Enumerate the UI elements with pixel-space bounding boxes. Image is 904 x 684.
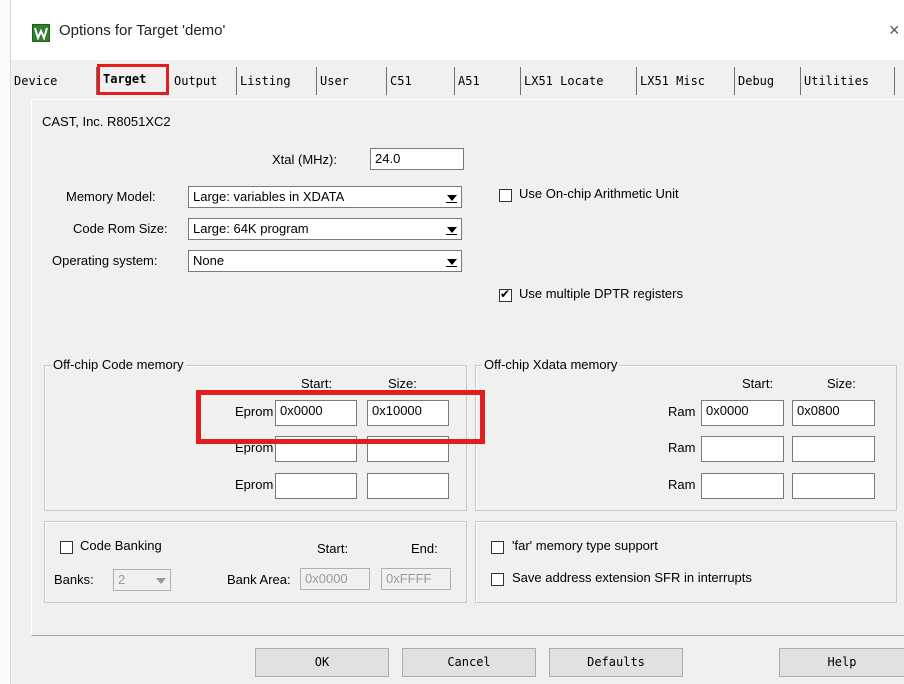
memory-model-select[interactable]: Large: variables in XDATA (188, 186, 462, 208)
eprom-start-input[interactable] (275, 473, 357, 499)
device-name: CAST, Inc. R8051XC2 (42, 114, 171, 129)
tab-lx51-misc[interactable]: LX51 Misc (637, 67, 735, 95)
code-rom-label: Code Rom Size: (73, 221, 168, 236)
target-panel: CAST, Inc. R8051XC2 Xtal (MHz): 24.0 Mem… (31, 99, 904, 636)
bank-end-header: End: (411, 541, 438, 556)
far-memory-checkbox[interactable] (491, 541, 504, 554)
chevron-down-icon[interactable] (443, 252, 460, 270)
code-size-header: Size: (388, 376, 417, 391)
save-sfr-checkbox[interactable] (491, 573, 504, 586)
tab-debug[interactable]: Debug (735, 67, 801, 95)
ram-size-input[interactable] (792, 473, 875, 499)
ram-start-input[interactable] (701, 436, 784, 462)
ram-size-input[interactable]: 0x0800 (792, 400, 875, 426)
tab-utilities[interactable]: Utilities (801, 67, 895, 95)
far-memory-label: 'far' memory type support (512, 538, 658, 553)
code-banking-checkbox[interactable] (60, 541, 73, 554)
eprom-label: Eprom (235, 477, 274, 492)
memory-model-value: Large: variables in XDATA (193, 189, 345, 204)
bank-start-header: Start: (317, 541, 349, 556)
title-bar: Options for Target 'demo' × (11, 0, 904, 60)
tab-listing[interactable]: Listing (237, 67, 317, 95)
code-memory-title: Off-chip Code memory (51, 357, 186, 372)
ram-start-input[interactable]: 0x0000 (701, 400, 784, 426)
arith-unit-label: Use On-chip Arithmetic Unit (519, 186, 679, 201)
os-label: Operating system: (52, 253, 158, 268)
xtal-label: Xtal (MHz): (272, 152, 337, 167)
keil-app-icon (32, 24, 50, 42)
tab-a51[interactable]: A51 (455, 67, 521, 95)
code-banking-label: Code Banking (80, 538, 162, 553)
eprom-size-input[interactable] (367, 473, 449, 499)
save-sfr-label: Save address extension SFR in interrupts (512, 570, 752, 585)
chevron-down-icon[interactable] (443, 188, 460, 206)
ram-label: Ram (668, 404, 696, 419)
xdata-memory-title: Off-chip Xdata memory (482, 357, 620, 372)
options-dialog: Options for Target 'demo' × Device Targe… (10, 0, 904, 684)
ram-label: Ram (668, 477, 696, 492)
xdata-memory-group: Off-chip Xdata memory Start: Size: Ram 0… (475, 357, 897, 511)
banks-value: 2 (118, 572, 126, 587)
code-rom-value: Large: 64K program (193, 221, 309, 236)
dptr-label: Use multiple DPTR registers (519, 286, 683, 301)
cancel-button[interactable]: Cancel (402, 648, 536, 677)
background-window-edge (0, 0, 10, 684)
chevron-down-icon[interactable] (152, 571, 169, 589)
memory-model-label: Memory Model: (66, 189, 156, 204)
ok-button[interactable]: OK (255, 648, 389, 677)
tab-lx51-locate[interactable]: LX51 Locate (521, 67, 637, 95)
ram-label: Ram (668, 440, 696, 455)
ram-size-input[interactable] (792, 436, 875, 462)
bank-area-start-input[interactable]: 0x0000 (300, 568, 370, 590)
defaults-button[interactable]: Defaults (549, 648, 683, 677)
bank-area-end-input[interactable]: 0xFFFF (381, 568, 451, 590)
code-start-header: Start: (301, 376, 333, 391)
arith-unit-checkbox[interactable] (499, 189, 512, 202)
tab-strip: Device Target Output Listing User C51 A5… (11, 60, 904, 100)
banks-label: Banks: (54, 572, 94, 587)
os-select[interactable]: None (188, 250, 462, 272)
code-rom-select[interactable]: Large: 64K program (188, 218, 462, 240)
os-value: None (193, 253, 225, 268)
help-button[interactable]: Help (779, 648, 904, 677)
tab-output[interactable]: Output (171, 67, 237, 95)
eprom-row-highlight (196, 390, 485, 444)
xtal-input[interactable]: 24.0 (370, 148, 464, 170)
xdata-size-header: Size: (827, 376, 856, 391)
xdata-start-header: Start: (742, 376, 774, 391)
ram-start-input[interactable] (701, 473, 784, 499)
far-memory-group: 'far' memory type support Save address e… (475, 521, 897, 603)
window-title: Options for Target 'demo' (59, 22, 226, 39)
tab-device[interactable]: Device (11, 67, 97, 95)
code-banking-group: Code Banking Start: End: Banks: 2 Bank A… (44, 521, 467, 603)
tab-target[interactable]: Target (97, 64, 169, 95)
banks-select[interactable]: 2 (113, 569, 171, 591)
tab-c51[interactable]: C51 (387, 67, 455, 95)
close-icon[interactable]: × (889, 20, 900, 41)
dptr-checkbox[interactable] (499, 287, 512, 302)
chevron-down-icon[interactable] (443, 220, 460, 238)
tab-user[interactable]: User (317, 67, 387, 95)
bank-area-label: Bank Area: (227, 572, 291, 587)
